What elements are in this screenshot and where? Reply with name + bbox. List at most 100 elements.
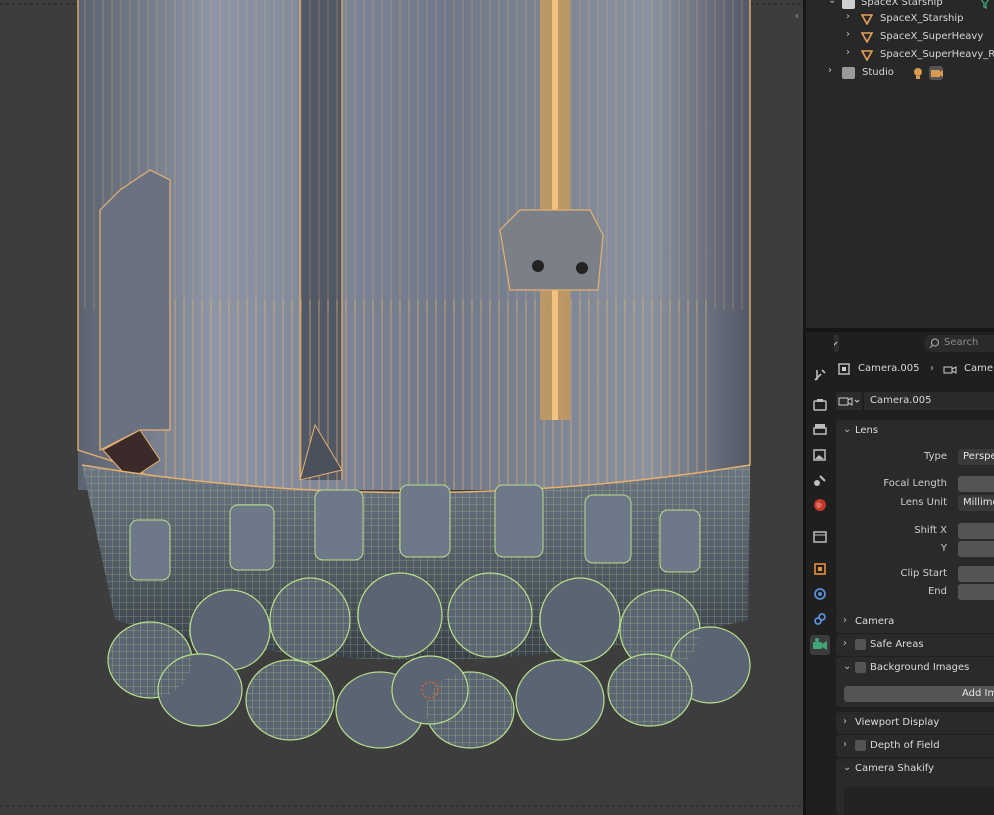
- mesh-triangle-icon: [861, 32, 873, 43]
- chevron-right-icon[interactable]: ›: [828, 65, 832, 76]
- background-images-panel-header[interactable]: ⌄ Background Images: [836, 657, 994, 679]
- object-square-icon: [814, 563, 826, 575]
- datablock-browse-button[interactable]: [836, 392, 862, 410]
- panel-title: Camera: [855, 616, 895, 627]
- chevron-right-icon[interactable]: ›: [846, 29, 850, 40]
- chevron-down-icon: ⌄: [843, 661, 852, 672]
- tab-object[interactable]: [810, 559, 830, 579]
- lens-panel: ⌄ Lens Type Perspe Focal Length Lens Uni…: [836, 420, 994, 612]
- tab-constraints[interactable]: [810, 609, 830, 629]
- shift-y-label: Y: [940, 543, 947, 554]
- shakify-list[interactable]: [844, 787, 994, 815]
- object-square-icon: [838, 363, 850, 375]
- depth-of-field-panel: › Depth of Field: [836, 735, 994, 757]
- safe-areas-checkbox[interactable]: [855, 639, 866, 650]
- breadcrumb: Camera.005 › Came: [836, 360, 994, 378]
- properties-search[interactable]: Search: [924, 335, 994, 352]
- outliner-row-spacex-superheavy[interactable]: › SpaceX_SuperHeavy: [806, 28, 994, 46]
- wrench-screwdriver-icon: [814, 369, 826, 381]
- outliner-item-label: SpaceX_Starship: [880, 13, 964, 24]
- chevron-right-icon[interactable]: ›: [846, 11, 850, 22]
- shift-x-label: Shift X: [914, 525, 947, 536]
- physics-orbit-icon: [814, 588, 826, 600]
- tab-view-layer[interactable]: [810, 445, 830, 465]
- camera-panel: › Camera: [836, 611, 994, 633]
- chevron-down-icon: ⌄: [843, 424, 852, 435]
- clip-end-label: End: [927, 586, 947, 597]
- background-images-checkbox[interactable]: [855, 662, 866, 673]
- lens-type-dropdown[interactable]: Perspe: [958, 449, 994, 465]
- camera-data-icon: [813, 638, 827, 650]
- safe-areas-panel-header[interactable]: › Safe Areas: [836, 634, 994, 656]
- focal-length-label: Focal Length: [883, 478, 947, 489]
- lens-panel-header[interactable]: ⌄ Lens: [836, 420, 994, 442]
- outliner-item-label: SpaceX_SuperHeavy: [880, 31, 984, 42]
- lens-type-value: Perspe: [963, 451, 994, 462]
- panel-title: Depth of Field: [870, 740, 940, 751]
- datablock-name-field[interactable]: Camera.005: [864, 392, 994, 410]
- mesh-triangle-icon: [861, 50, 873, 61]
- outliner-row-spacex-starship[interactable]: › SpaceX_Starship: [806, 10, 994, 28]
- lens-unit-dropdown[interactable]: Millime: [958, 495, 994, 511]
- viewport-render: [0, 0, 803, 815]
- chevron-down-icon[interactable]: ⌄: [828, 0, 836, 6]
- 3d-viewport[interactable]: ‹: [0, 0, 803, 815]
- tab-output[interactable]: [810, 420, 830, 440]
- properties-editor: Search Camera.005 › Came Camera.005 ⌄ Le…: [806, 332, 994, 815]
- scene-icon: [814, 475, 826, 486]
- printer-icon: [813, 424, 827, 435]
- tab-render[interactable]: [810, 395, 830, 415]
- filter-funnel-icon[interactable]: [978, 0, 992, 10]
- light-bulb-icon: [914, 68, 922, 79]
- breadcrumb-data: Came: [964, 363, 994, 374]
- breadcrumb-object: Camera.005: [858, 363, 920, 374]
- viewport-display-panel-header[interactable]: › Viewport Display: [836, 712, 994, 734]
- camera-data-icon: [943, 366, 957, 374]
- search-icon: [929, 338, 940, 349]
- panel-title: Safe Areas: [870, 639, 924, 650]
- tab-scene[interactable]: [810, 470, 830, 490]
- background-images-panel: ⌄ Background Images Add Im: [836, 657, 994, 707]
- collection-icon: [842, 67, 855, 79]
- camera-shakify-panel: ⌄ Camera Shakify: [836, 758, 994, 815]
- tab-collection[interactable]: [810, 527, 830, 547]
- focal-length-field[interactable]: [958, 476, 994, 492]
- tab-camera-data[interactable]: [810, 635, 830, 655]
- tab-tool[interactable]: [810, 365, 830, 385]
- chevron-right-icon: ›: [843, 739, 847, 750]
- camera-datablock-selector: Camera.005: [836, 392, 994, 410]
- chevron-right-icon: ›: [930, 363, 934, 374]
- camera-panel-header[interactable]: › Camera: [836, 611, 994, 633]
- tab-world[interactable]: [810, 495, 830, 515]
- camera-data-icon: [838, 397, 860, 406]
- chevron-right-icon[interactable]: ›: [846, 47, 850, 58]
- lens-unit-value: Millime: [963, 497, 994, 508]
- search-placeholder: Search: [944, 337, 979, 348]
- chevron-right-icon: ›: [843, 615, 847, 626]
- clip-start-label: Clip Start: [900, 568, 948, 579]
- world-globe-icon: [814, 499, 826, 511]
- depth-of-field-panel-header[interactable]: › Depth of Field: [836, 735, 994, 757]
- lens-unit-label: Lens Unit: [900, 497, 947, 508]
- camera-shakify-panel-header[interactable]: ⌄ Camera Shakify: [836, 758, 994, 780]
- clip-start-field[interactable]: [958, 566, 994, 582]
- outliner-item-label: SpaceX_SuperHeavy_Ra: [880, 49, 994, 60]
- add-image-button[interactable]: Add Im: [844, 686, 994, 702]
- properties-tabs: [806, 332, 834, 815]
- outliner-row-studio[interactable]: › Studio: [806, 64, 994, 82]
- outliner-item-label: SpaceX Starship: [861, 0, 943, 8]
- image-layers-icon: [813, 449, 826, 461]
- sidebar-collapse-chevron-icon[interactable]: ‹: [791, 9, 803, 23]
- tab-physics[interactable]: [810, 584, 830, 604]
- camera-data-icon: [929, 66, 943, 80]
- chevron-right-icon: ›: [843, 716, 847, 727]
- depth-of-field-checkbox[interactable]: [855, 740, 866, 751]
- panel-title: Viewport Display: [855, 717, 940, 728]
- panel-title: Background Images: [870, 662, 970, 673]
- clip-end-field[interactable]: [958, 584, 994, 600]
- shift-y-field[interactable]: [958, 541, 994, 557]
- shift-x-field[interactable]: [958, 523, 994, 539]
- panel-title: Camera Shakify: [855, 763, 935, 774]
- outliner-row-spacex-superheavy-ra[interactable]: › SpaceX_SuperHeavy_Ra: [806, 46, 994, 64]
- datablock-name-text: Camera.005: [870, 395, 932, 406]
